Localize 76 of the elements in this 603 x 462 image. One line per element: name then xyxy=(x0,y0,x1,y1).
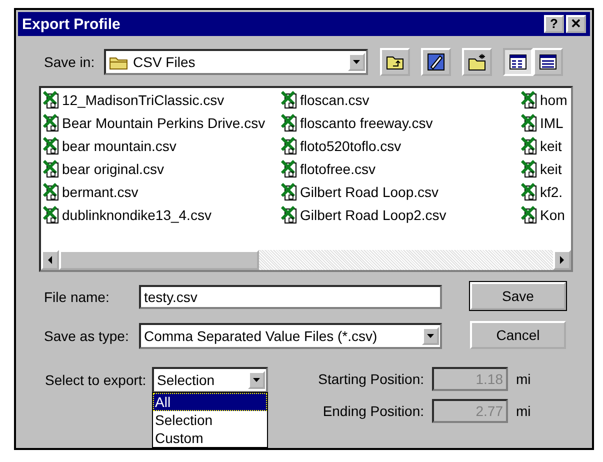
left-arrow-icon xyxy=(46,255,54,265)
file-item[interactable]: bermant.csv xyxy=(43,182,281,202)
dropdown-button[interactable] xyxy=(422,327,439,345)
file-item[interactable]: IML xyxy=(521,113,571,133)
dropdown-option[interactable]: Custom xyxy=(153,429,267,447)
spreadsheet-file-icon xyxy=(281,160,298,178)
spreadsheet-file-icon xyxy=(521,206,538,224)
file-item[interactable]: bear mountain.csv xyxy=(43,136,281,156)
details-view-button[interactable] xyxy=(533,48,563,76)
file-item[interactable]: hom xyxy=(521,90,571,110)
spreadsheet-file-icon xyxy=(281,183,298,201)
scroll-thumb[interactable] xyxy=(59,250,259,270)
position-label: Ending Position: xyxy=(322,403,424,419)
file-item[interactable]: flotofree.csv xyxy=(281,159,521,179)
cancel-button[interactable]: Cancel xyxy=(470,321,566,349)
spreadsheet-file-icon xyxy=(521,137,538,155)
dropdown-option[interactable]: Selection xyxy=(153,411,267,429)
unit-label: mi xyxy=(516,403,531,419)
file-name-label: File name: xyxy=(44,289,110,305)
right-arrow-icon xyxy=(558,255,566,265)
save-in-dropdown[interactable]: CSV Files xyxy=(104,49,368,75)
spreadsheet-file-icon xyxy=(281,206,298,224)
spreadsheet-file-icon xyxy=(521,91,538,109)
file-item[interactable]: 12_MadisonTriClassic.csv xyxy=(43,90,281,110)
spreadsheet-file-icon xyxy=(43,183,60,201)
save-button[interactable]: Save xyxy=(470,282,566,310)
file-item[interactable]: dublinknondike13_4.csv xyxy=(43,205,281,225)
spreadsheet-file-icon xyxy=(281,114,298,132)
spreadsheet-file-icon xyxy=(43,160,60,178)
file-item[interactable]: Bear Mountain Perkins Drive.csv xyxy=(43,113,281,133)
desktop-button[interactable] xyxy=(421,48,451,76)
spreadsheet-file-icon xyxy=(43,114,60,132)
export-dropdown[interactable]: Selection xyxy=(152,367,268,393)
file-item[interactable]: floscanto freeway.csv xyxy=(281,113,521,133)
file-item[interactable]: floscan.csv xyxy=(281,90,521,110)
spreadsheet-file-icon xyxy=(281,137,298,155)
spreadsheet-file-icon xyxy=(521,183,538,201)
spreadsheet-file-icon xyxy=(43,206,60,224)
scroll-right-button[interactable] xyxy=(553,250,571,270)
file-item[interactable]: Gilbert Road Loop.csv xyxy=(281,182,521,202)
dropdown-option[interactable]: All xyxy=(153,393,267,411)
spreadsheet-file-icon xyxy=(281,91,298,109)
new-folder-icon xyxy=(467,52,487,72)
spreadsheet-file-icon xyxy=(43,137,60,155)
position-label: Starting Position: xyxy=(317,371,424,387)
unit-label: mi xyxy=(516,371,531,387)
file-item[interactable]: keit xyxy=(521,136,571,156)
save-as-type-label: Save as type: xyxy=(44,328,130,344)
spreadsheet-file-icon xyxy=(521,160,538,178)
up-folder-button[interactable] xyxy=(380,48,410,76)
select-to-export-label: Select to export: xyxy=(45,372,148,388)
help-button[interactable]: ? xyxy=(544,15,564,33)
dropdown-button[interactable] xyxy=(248,371,265,389)
file-item[interactable]: bear original.csv xyxy=(43,159,281,179)
file-name-field[interactable]: testy.csv xyxy=(139,285,442,309)
new-folder-button[interactable] xyxy=(462,48,492,76)
close-button[interactable]: ✕ xyxy=(566,15,586,33)
list-view-icon xyxy=(508,52,528,72)
details-view-icon xyxy=(538,52,558,72)
position-field: 2.77 xyxy=(432,399,508,423)
file-item[interactable]: Kon xyxy=(521,205,571,225)
file-item[interactable]: keit xyxy=(521,159,571,179)
position-field: 1.18 xyxy=(432,367,508,391)
save-in-label: Save in: xyxy=(44,54,96,70)
horizontal-scrollbar[interactable] xyxy=(41,250,571,270)
file-item[interactable]: Gilbert Road Loop2.csv xyxy=(281,205,521,225)
dropdown-button[interactable] xyxy=(348,53,365,71)
scroll-left-button[interactable] xyxy=(41,250,59,270)
desktop-icon xyxy=(426,52,446,72)
save-as-type-dropdown[interactable]: Comma Separated Value Files (*.csv) xyxy=(139,323,442,349)
spreadsheet-file-icon xyxy=(521,114,538,132)
file-item[interactable]: floto520toflo.csv xyxy=(281,136,521,156)
spreadsheet-file-icon xyxy=(43,91,60,109)
file-item[interactable]: kf2. xyxy=(521,182,571,202)
window-title: Export Profile xyxy=(22,16,120,32)
list-view-button[interactable] xyxy=(503,48,533,76)
